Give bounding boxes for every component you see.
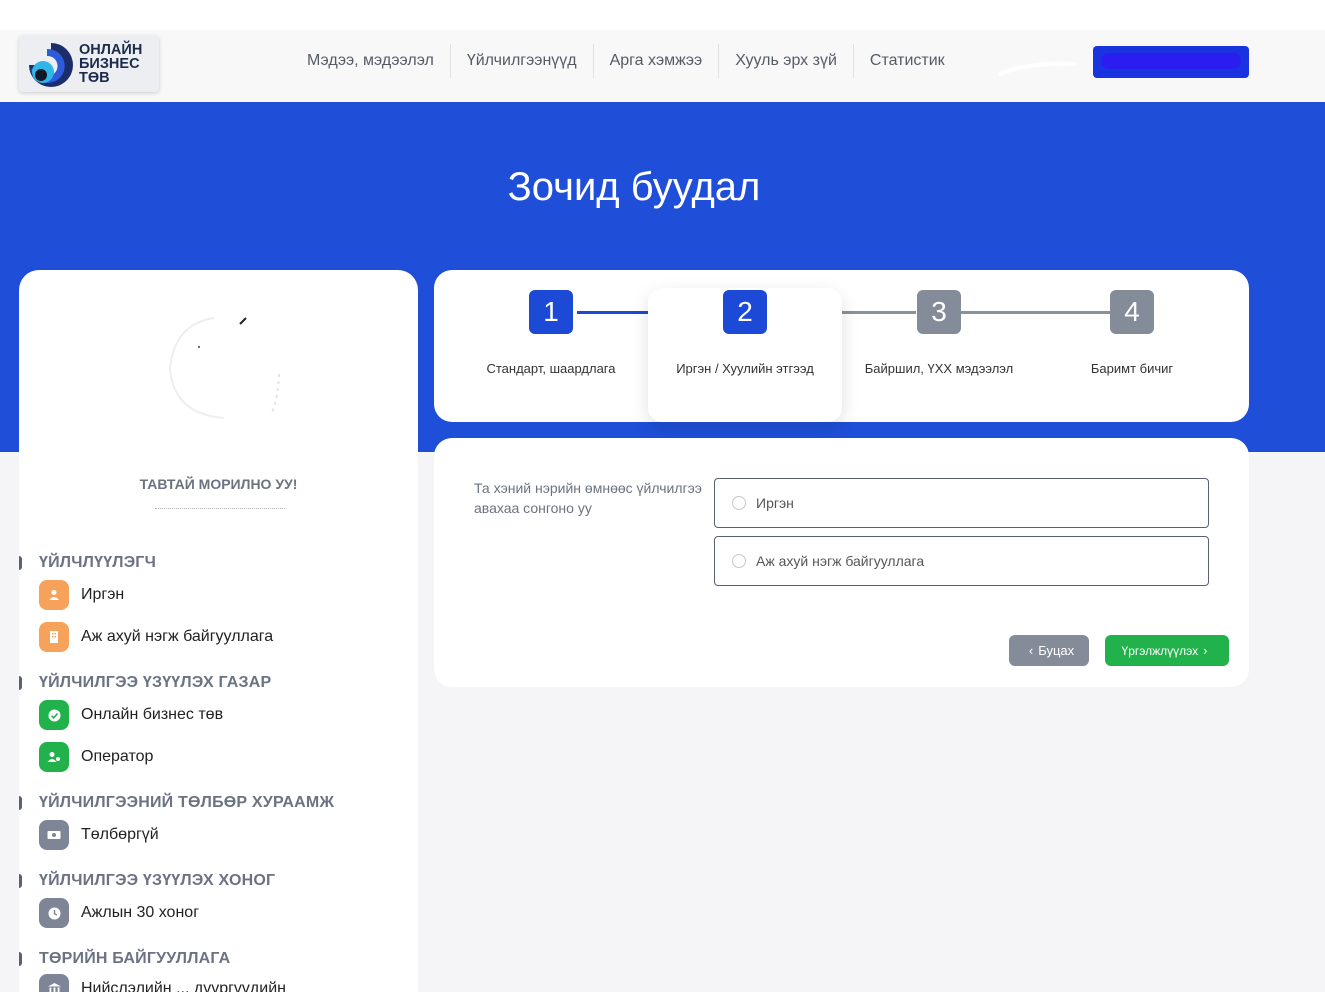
step-number: 3 (917, 290, 961, 334)
page-title: Зочид буудал (507, 165, 761, 209)
continue-button-label: Үргэлжлүүлэх (1121, 643, 1199, 658)
radio-button[interactable] (732, 554, 746, 568)
nav-item-statistics[interactable]: Статистик (852, 44, 961, 78)
continue-button[interactable]: Үргэлжлүүлэх › (1105, 635, 1229, 666)
sidebar-item-label: Оператор (81, 748, 154, 765)
section-marker (19, 952, 22, 966)
back-button-label: Буцах (1038, 643, 1075, 658)
check-circle-icon (39, 700, 69, 730)
sidebar-item-label: Төлбөргүй (81, 826, 159, 843)
nav-item-services[interactable]: Үйлчилгээнүүд (449, 44, 593, 78)
option-label: Иргэн (756, 495, 794, 511)
sidebar-item-organization: Аж ахуй нэгж байгууллага (39, 622, 273, 652)
section-marker (19, 676, 22, 690)
option-organization[interactable]: Аж ахуй нэгж байгууллага (714, 536, 1209, 586)
main-nav: Мэдээ, мэдээлэл Үйлчилгээнүүд Арга хэмжэ… (291, 44, 961, 78)
sidebar-item-label: Онлайн бизнес төв (81, 706, 224, 723)
operator-icon (39, 742, 69, 772)
form-question: Та хэний нэрийн өмнөөс үйлчилгээ авахаа … (474, 480, 702, 516)
section-title-government-org: ТӨРИЙН БАЙГУУЛЛАГА (39, 950, 231, 967)
welcome-text: ТАВТАЙ МОРИЛНО УУ! (139, 476, 298, 492)
nav-item-news[interactable]: Мэдээ, мэдээлэл (291, 44, 450, 78)
chevron-left-icon: ‹ (1028, 643, 1034, 658)
sidebar-item-citizen: Иргэн (39, 580, 124, 610)
nav-item-events[interactable]: Арга хэмжээ (592, 44, 719, 78)
service-sidebar: ТАВТАЙ МОРИЛНО УУ! ҮЙЛЧЛҮҮЛЭГЧ Иргэн Аж … (19, 270, 418, 992)
step-number: 1 (529, 290, 573, 334)
sidebar-item-government-org: Нийслэлийн ... дүүргүүдийн (39, 974, 286, 992)
logo-line-1: ОНЛАЙН (79, 42, 143, 58)
step-2[interactable]: 2 Иргэн / Хуулийн этгээд (648, 290, 842, 376)
sidebar-item-operator: Оператор (39, 742, 153, 772)
top-strip (0, 0, 1325, 30)
section-title-customer: ҮЙЛЧЛҮҮЛЭГЧ (39, 554, 157, 571)
welcome-subtext (155, 508, 285, 514)
step-label: Баримт бичиг (1090, 361, 1174, 376)
sidebar-item-label: Иргэн (81, 586, 125, 603)
sidebar-item-free: Төлбөргүй (39, 820, 159, 850)
logo-line-2: БИЗНЕС (79, 56, 140, 72)
user-icon (39, 580, 69, 610)
user-account-button[interactable] (1093, 46, 1249, 78)
clock-icon (39, 898, 69, 928)
step-1[interactable]: 1 Стандарт, шаардлага (454, 290, 648, 376)
section-title-fee: ҮЙЛЧИЛГЭЭНИЙ ТӨЛБӨР ХУРААМЖ (39, 794, 335, 811)
step-4[interactable]: 4 Баримт бичиг (1035, 290, 1229, 376)
section-marker (19, 874, 22, 888)
step-label: Стандарт, шаардлага (486, 361, 616, 376)
step-number: 2 (723, 290, 767, 334)
money-icon (39, 820, 69, 850)
option-citizen[interactable]: Иргэн (714, 478, 1209, 528)
decorative-stroke (998, 61, 1076, 76)
step-label: Иргэн / Хуулийн этгээд (676, 361, 814, 376)
step-label: Байршил, ҮХХ мэдээлэл (864, 361, 1014, 376)
building-icon (39, 622, 69, 652)
redacted-username (1101, 53, 1241, 69)
step-number: 4 (1110, 290, 1154, 334)
applicant-type-form: Та хэний нэрийн өмнөөс үйлчилгээ авахаа … (434, 438, 1249, 687)
sidebar-item-duration: Ажлын 30 хоног (39, 898, 199, 928)
section-marker (19, 796, 22, 810)
section-marker (19, 556, 22, 570)
back-button[interactable]: ‹ Буцах (1009, 635, 1089, 666)
section-title-service-location: ҮЙЛЧИЛГЭЭ ҮЗҮҮЛЭХ ГАЗАР (39, 674, 272, 691)
logo-mark-icon (29, 43, 73, 87)
nav-item-legal[interactable]: Хууль эрх зүй (718, 44, 853, 78)
progress-stepper: 1 Стандарт, шаардлага 2 Иргэн / Хуулийн … (434, 270, 1249, 422)
sidebar-item-online-center: Онлайн бизнес төв (39, 700, 223, 730)
logo-line-3: ТӨВ (79, 70, 110, 86)
chevron-right-icon: › (1203, 643, 1208, 658)
logo[interactable]: ОНЛАЙН БИЗНЕС ТӨВ (19, 36, 159, 92)
header: ОНЛАЙН БИЗНЕС ТӨВ Мэдээ, мэдээлэл Үйлчил… (0, 30, 1325, 102)
bank-icon (39, 974, 69, 992)
sidebar-item-label: Нийслэлийн ... дүүргүүдийн (81, 980, 286, 992)
sidebar-item-label: Аж ахуй нэгж байгууллага (81, 628, 274, 645)
step-3[interactable]: 3 Байршил, ҮХХ мэдээлэл (842, 290, 1036, 376)
radio-button[interactable] (732, 496, 746, 510)
sidebar-item-label: Ажлын 30 хоног (81, 904, 200, 921)
avatar-placeholder (168, 317, 280, 419)
section-title-duration: ҮЙЛЧИЛГЭЭ ҮЗҮҮЛЭХ ХОНОГ (39, 872, 276, 889)
option-label: Аж ахуй нэгж байгууллага (756, 553, 925, 569)
